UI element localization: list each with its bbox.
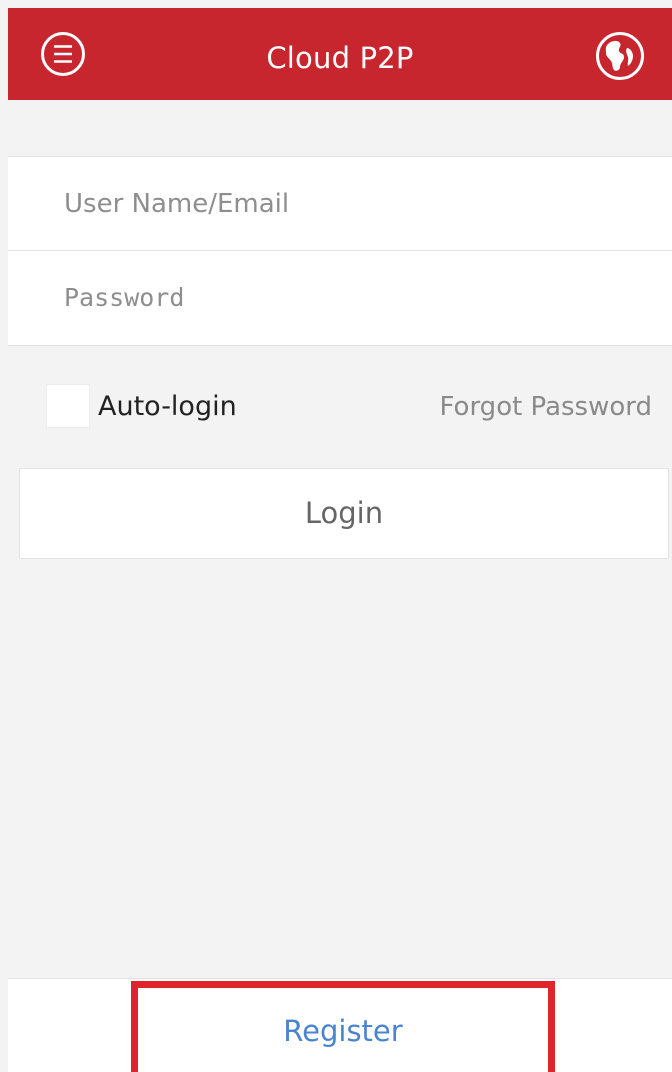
language-button[interactable] [594, 30, 646, 82]
password-row [8, 251, 672, 344]
username-row [8, 157, 672, 250]
autologin-checkbox[interactable] [46, 384, 90, 428]
autologin-label[interactable]: Auto-login [98, 388, 237, 426]
page-title: Cloud P2P [266, 41, 414, 75]
username-input[interactable] [8, 157, 672, 250]
register-button[interactable]: Register [138, 988, 548, 1072]
password-input[interactable] [8, 251, 672, 344]
credentials-group [8, 156, 672, 346]
app-header: Cloud P2P [8, 8, 672, 100]
login-screen: Cloud P2P Auto-login Forgot Password Log… [0, 0, 672, 1072]
login-button[interactable]: Login [19, 468, 669, 559]
globe-icon [596, 32, 644, 80]
forgot-password-link[interactable]: Forgot Password [440, 388, 652, 426]
